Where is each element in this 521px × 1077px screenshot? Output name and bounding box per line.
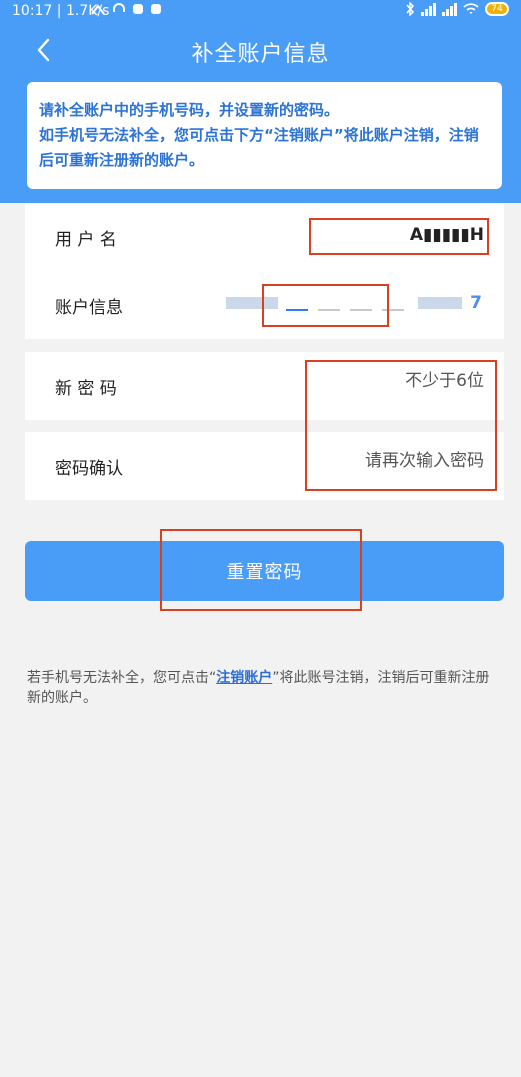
status-left-icons: [90, 2, 162, 16]
new-password-label: 新 密 码: [55, 379, 117, 399]
masked-digits: [418, 297, 463, 309]
account-info-label: 账户信息: [55, 298, 123, 318]
notice-line-2: 如手机号无法补全，您可点击下方“注销账户”将此账户注销，注销后可重新注册新的账户…: [39, 126, 479, 169]
highlight-box: [160, 529, 362, 611]
signal-hd-icon: [421, 2, 436, 16]
page-title: 补全账户信息: [191, 42, 330, 67]
cancel-account-link[interactable]: 注销账户: [216, 670, 272, 686]
signal-hd-icon: [442, 2, 457, 16]
battery-icon: 74: [485, 2, 509, 16]
notice-line-1: 请补全账户中的手机号码，并设置新的密码。: [39, 101, 340, 119]
header: 补全账户信息: [0, 28, 521, 74]
bottom-note-prefix: 若手机号无法补全，您可点击“: [27, 670, 217, 686]
username-label: 用 户 名: [55, 230, 117, 250]
app-icon: [151, 4, 161, 14]
headset-icon: [113, 3, 125, 12]
wifi-icon: [463, 3, 479, 14]
highlight-box: [262, 284, 389, 327]
top-bar: 10:17 | 1.7K/s 74 补全账户信息: [0, 0, 521, 78]
app-icon: [133, 4, 143, 14]
hotspot-icon: [91, 4, 105, 15]
status-right-icons: 74: [405, 2, 509, 16]
account-info-tail: 7: [470, 293, 482, 313]
bluetooth-icon: [406, 2, 415, 16]
notice-box: 请补全账户中的手机号码，并设置新的密码。 如手机号无法补全，您可点击下方“注销账…: [27, 82, 502, 189]
status-bar: 10:17 | 1.7K/s 74: [0, 0, 521, 24]
highlight-box: [305, 360, 497, 491]
confirm-password-label: 密码确认: [55, 459, 123, 479]
highlight-box: [309, 218, 489, 255]
bottom-note: 若手机号无法补全，您可点击“注销账户”将此账号注销，注销后可重新注册新的账户。: [27, 668, 497, 708]
